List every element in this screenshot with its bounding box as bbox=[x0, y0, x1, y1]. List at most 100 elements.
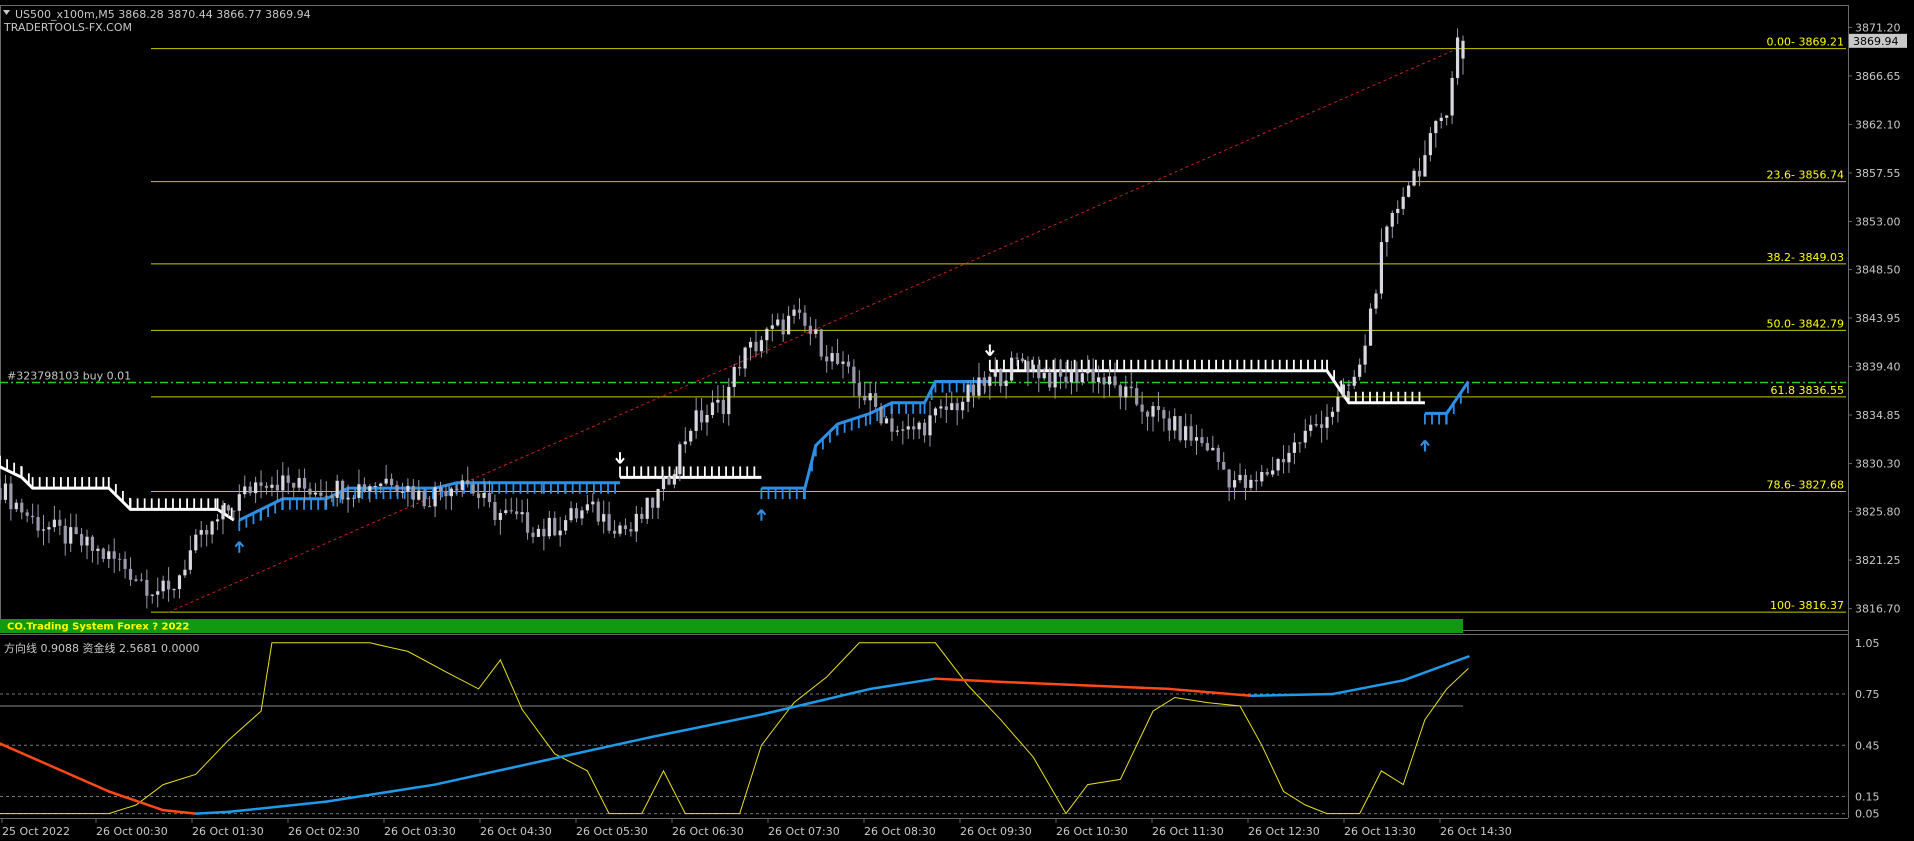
candle-body bbox=[139, 579, 144, 581]
time-tick-label: 25 Oct 2022 bbox=[2, 825, 70, 838]
candle-body bbox=[716, 399, 720, 403]
candle-body bbox=[9, 483, 13, 510]
candle-body bbox=[1205, 443, 1209, 451]
candle-body bbox=[351, 497, 356, 499]
price-tick-label: 3821.25 bbox=[1855, 554, 1901, 567]
candle-body bbox=[1461, 40, 1465, 59]
candle-body bbox=[944, 406, 948, 410]
candle-body bbox=[770, 325, 774, 329]
candle-body bbox=[1455, 37, 1460, 78]
candle-body bbox=[254, 482, 258, 494]
trading-chart[interactable]: 0.00- 3869.21 23.6- 3856.74 38.2- 3849.03 5… bbox=[0, 0, 1914, 841]
candle-body bbox=[1407, 185, 1411, 197]
time-tick-label: 26 Oct 02:30 bbox=[288, 825, 360, 838]
candle-body bbox=[553, 517, 557, 536]
candle-body bbox=[384, 478, 388, 484]
candle-body bbox=[1358, 364, 1362, 377]
candle-body bbox=[895, 430, 899, 432]
candle-body bbox=[1129, 386, 1133, 389]
candle-body bbox=[406, 485, 410, 492]
candle-body bbox=[819, 329, 823, 357]
fib-level-label: 100- 3816.37 bbox=[1770, 599, 1844, 612]
candle-body bbox=[901, 429, 905, 431]
candle-body bbox=[1075, 369, 1079, 383]
candle-body bbox=[1009, 357, 1014, 381]
candle-body bbox=[520, 512, 524, 515]
candle-body bbox=[988, 376, 992, 386]
candle-body bbox=[825, 356, 829, 362]
candle-body bbox=[672, 474, 676, 485]
candle-body bbox=[199, 530, 203, 535]
candle-body bbox=[1140, 404, 1144, 412]
candle-body bbox=[101, 548, 105, 559]
candle-body bbox=[1336, 397, 1340, 412]
candle-body bbox=[607, 514, 611, 531]
candle-body bbox=[1216, 447, 1220, 462]
candle-body bbox=[743, 347, 747, 369]
candle-body bbox=[776, 319, 780, 326]
candle-body bbox=[292, 482, 296, 488]
candle-body bbox=[215, 519, 220, 522]
candle-body bbox=[1194, 437, 1199, 441]
fib-level-label: 61.8 3836.55 bbox=[1771, 384, 1844, 397]
indicator-tick-label: 0.75 bbox=[1855, 688, 1880, 701]
candle-body bbox=[1254, 479, 1258, 482]
price-tick-label: 3848.50 bbox=[1855, 263, 1901, 276]
candle-body bbox=[1162, 410, 1166, 419]
candle-body bbox=[1396, 208, 1400, 214]
candle-body bbox=[1363, 345, 1367, 365]
candle-body bbox=[966, 384, 970, 402]
candle-body bbox=[210, 521, 214, 535]
candle-body bbox=[112, 551, 116, 559]
candle-body bbox=[1167, 418, 1171, 431]
candle-body bbox=[389, 478, 394, 486]
candle-body bbox=[259, 482, 263, 486]
price-tick-label: 3857.55 bbox=[1855, 167, 1901, 180]
price-tick-label: 3830.30 bbox=[1855, 458, 1901, 471]
indicator-tick-label: 0.15 bbox=[1855, 791, 1880, 804]
candle-body bbox=[1249, 479, 1253, 488]
candle-body bbox=[411, 485, 415, 500]
candle-body bbox=[302, 478, 307, 489]
candle-body bbox=[90, 536, 95, 551]
candle-body bbox=[1102, 377, 1106, 385]
candle-body bbox=[1124, 386, 1128, 398]
candle-body bbox=[683, 441, 687, 445]
candle-body bbox=[661, 476, 666, 490]
candle-body bbox=[1325, 416, 1329, 428]
candle-body bbox=[569, 508, 573, 521]
candle-body bbox=[1292, 442, 1297, 453]
candle-body bbox=[781, 319, 785, 335]
candle-body bbox=[346, 497, 350, 500]
price-tick-label: 3862.10 bbox=[1855, 118, 1901, 131]
time-tick-label: 26 Oct 14:30 bbox=[1440, 825, 1512, 838]
candle-body bbox=[308, 488, 312, 495]
candle-body bbox=[1151, 406, 1155, 417]
candle-body bbox=[1097, 377, 1101, 383]
candle-body bbox=[79, 534, 84, 546]
candle-body bbox=[841, 361, 845, 364]
candle-body bbox=[1004, 380, 1008, 387]
candle-body bbox=[357, 484, 361, 499]
candle-body bbox=[379, 483, 383, 487]
candle-body bbox=[52, 519, 56, 528]
candle-body bbox=[721, 399, 725, 415]
candle-body bbox=[1238, 474, 1242, 481]
candle-body bbox=[58, 519, 62, 526]
candle-body bbox=[20, 502, 24, 513]
candle-body bbox=[651, 497, 655, 508]
candle-body bbox=[69, 527, 73, 544]
candle-body bbox=[205, 530, 209, 535]
time-tick-label: 26 Oct 03:30 bbox=[384, 825, 456, 838]
candle-body bbox=[863, 395, 867, 401]
fib-level-label: 0.00- 3869.21 bbox=[1767, 36, 1844, 49]
candle-body bbox=[1031, 364, 1035, 373]
candle-body bbox=[438, 487, 443, 492]
candle-body bbox=[808, 325, 812, 334]
candle-body bbox=[145, 579, 149, 596]
candle-body bbox=[629, 529, 633, 532]
candle-body bbox=[341, 480, 345, 500]
candle-body bbox=[1303, 430, 1307, 443]
candle-body bbox=[917, 422, 921, 430]
candle-body bbox=[1091, 368, 1095, 383]
